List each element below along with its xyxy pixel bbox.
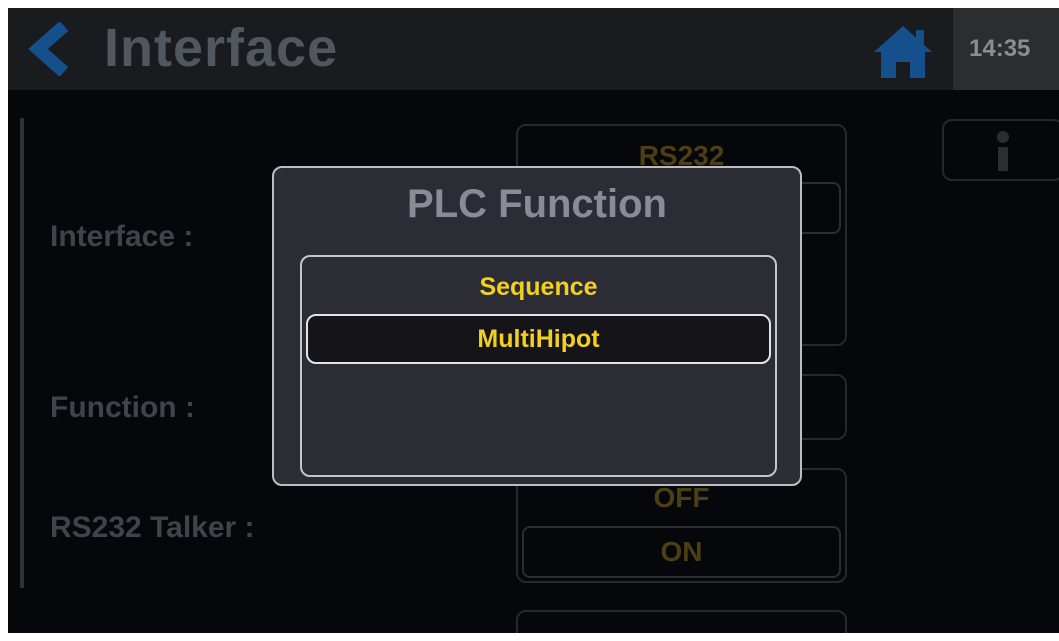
option-sequence[interactable]: Sequence — [306, 262, 771, 312]
info-button[interactable] — [942, 119, 1059, 181]
talker-option-off[interactable]: OFF — [516, 482, 847, 514]
option-multihipot[interactable]: MultiHipot — [306, 314, 771, 364]
talker-label: RS232 Talker : — [50, 511, 255, 544]
home-button[interactable] — [872, 24, 934, 80]
content-divider — [20, 118, 24, 588]
header-bar: Interface 14:35 — [8, 8, 1059, 90]
interface-label: Interface : — [50, 220, 194, 253]
info-icon — [997, 131, 1009, 171]
function-label: Function : — [50, 391, 195, 424]
plc-function-dialog: PLC Function Sequence MultiHipot — [272, 166, 802, 486]
next-field-panel[interactable] — [516, 610, 847, 633]
chevron-left-icon — [28, 21, 69, 77]
home-icon — [874, 26, 932, 78]
dialog-title: PLC Function — [407, 182, 667, 226]
back-button[interactable] — [22, 21, 82, 77]
talker-option-on[interactable]: ON — [522, 526, 841, 578]
options-list: Sequence MultiHipot — [300, 255, 777, 477]
screen: Interface 14:35 Interface : RS232 Functi… — [8, 8, 1059, 633]
clock-time: 14:35 — [953, 8, 1059, 90]
page-title: Interface — [104, 18, 339, 78]
